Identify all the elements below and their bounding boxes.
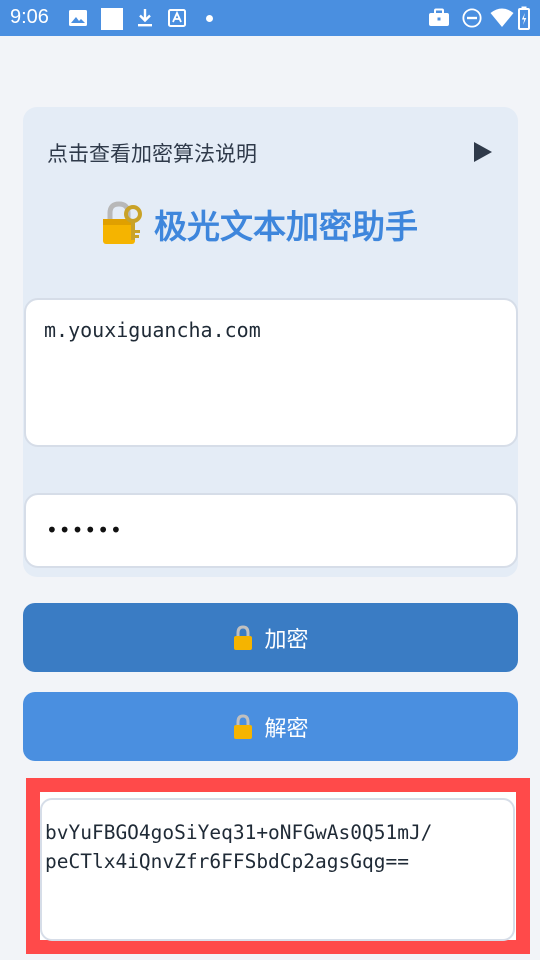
result-line-1: bvYuFBGO4goSiYeq31+oNFGwAs0Q51mJ/ — [45, 821, 433, 844]
notification-dot-icon — [206, 15, 213, 22]
image-icon — [69, 10, 87, 26]
algorithm-help-toggle[interactable]: 点击查看加密算法说明 — [47, 136, 493, 168]
status-time: 9:06 — [10, 6, 49, 28]
download-icon — [138, 9, 152, 27]
decrypt-button[interactable]: 解密 — [23, 692, 518, 761]
encrypt-button-label: 加密 — [264, 627, 309, 653]
password-input[interactable]: •••••• — [24, 493, 518, 568]
lock-icon — [234, 624, 253, 650]
algorithm-help-label: 点击查看加密算法说明 — [47, 142, 257, 166]
dnd-icon — [462, 8, 482, 28]
encrypt-button[interactable]: 加密 — [23, 603, 518, 672]
battery-icon — [518, 6, 530, 30]
plaintext-value: m.youxiguancha.com — [44, 318, 261, 342]
lock-with-key-icon — [103, 201, 142, 244]
square-icon — [101, 8, 123, 30]
font-a-icon — [168, 9, 186, 27]
briefcase-icon — [429, 8, 449, 26]
play-triangle-icon[interactable] — [473, 141, 493, 163]
result-line-2: peCTlx4iQnvZfr6FFSbdCp2agsGqg== — [45, 850, 409, 873]
status-bar: 9:06 — [0, 0, 540, 36]
decrypt-button-label: 解密 — [264, 716, 309, 742]
wifi-icon — [490, 8, 514, 27]
lock-icon — [234, 713, 253, 739]
app-title-text: 极光文本加密助手 — [154, 207, 418, 246]
result-output[interactable]: bvYuFBGO4goSiYeq31+oNFGwAs0Q51mJ/ peCTlx… — [40, 798, 515, 941]
password-value: •••••• — [46, 518, 123, 542]
plaintext-input[interactable]: m.youxiguancha.com — [24, 298, 518, 447]
